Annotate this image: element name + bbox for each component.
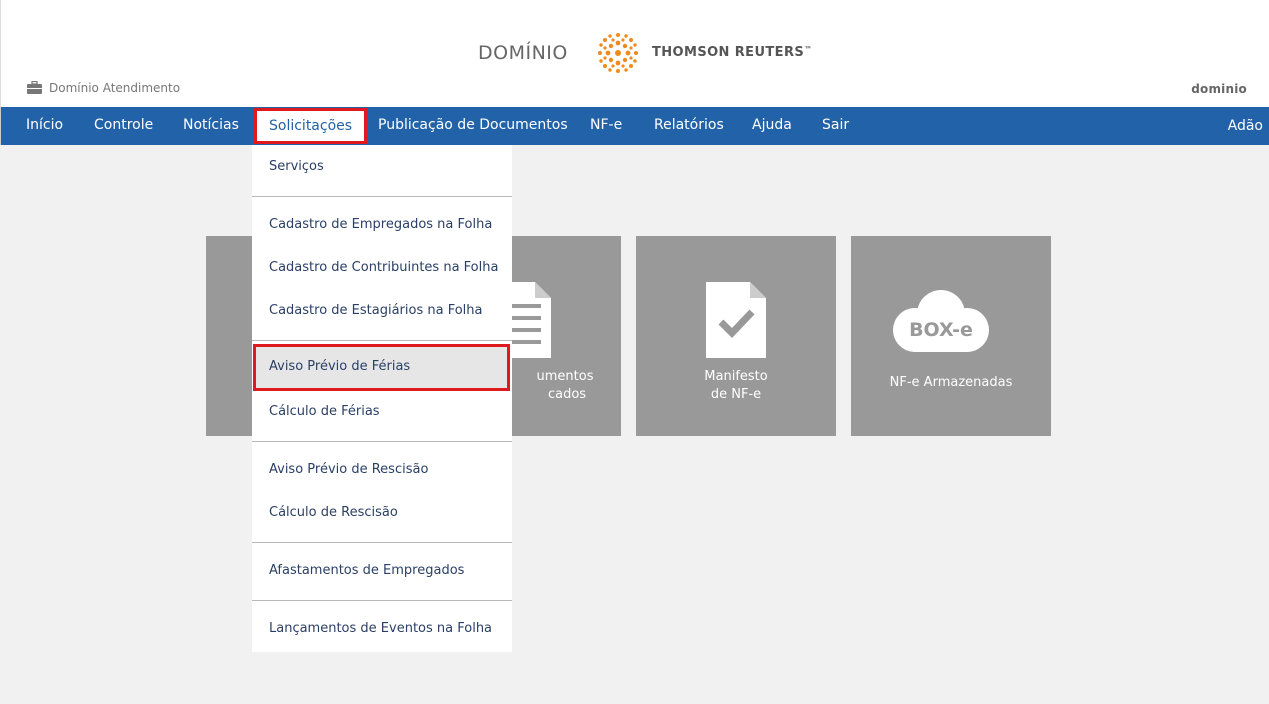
- thomson-reuters-wordmark: THOMSON REUTERS™: [652, 45, 813, 60]
- nav-controle[interactable]: Controle: [94, 107, 153, 145]
- menu-divider: [252, 196, 512, 197]
- user-name[interactable]: Adão: [1228, 107, 1263, 145]
- briefcase-icon: [27, 81, 42, 94]
- nav-noticias[interactable]: Notícias: [183, 107, 239, 145]
- box-e-icon-text: BOX-e: [909, 319, 973, 341]
- menu-item-calculo-ferias[interactable]: Cálculo de Férias: [252, 390, 512, 433]
- menu-item-aviso-previo-rescisao[interactable]: Aviso Prévio de Rescisão: [252, 448, 512, 491]
- menu-divider: [252, 441, 512, 442]
- nav-solicitacoes[interactable]: Solicitações: [254, 108, 368, 144]
- document-check-icon: [706, 282, 766, 358]
- menu-item-cadastro-empregados[interactable]: Cadastro de Empregados na Folha: [252, 203, 512, 246]
- dominio-brand: DOMÍNIO: [478, 42, 568, 64]
- tile-manifesto-nfe[interactable]: Manifesto de NF-e: [636, 236, 836, 436]
- nav-inicio[interactable]: Início: [26, 107, 63, 145]
- tile-nfe-armazenadas-label: NF-e Armazenadas: [889, 375, 1013, 390]
- menu-item-cadastro-contribuintes[interactable]: Cadastro de Contribuintes na Folha: [252, 246, 512, 289]
- service-name: Domínio Atendimento: [49, 81, 181, 95]
- box-e-cloud-icon: BOX-e: [893, 290, 989, 352]
- solicitacoes-dropdown-menu: Serviços Cadastro de Empregados na Folha…: [252, 145, 512, 652]
- tile-nfe-armazenadas[interactable]: BOX-e NF-e Armazenadas: [851, 236, 1051, 436]
- tile-manifesto-label-2: de NF-e: [710, 387, 762, 402]
- menu-divider: [252, 600, 512, 601]
- nav-nfe[interactable]: NF-e: [590, 107, 622, 145]
- menu-item-aviso-previo-ferias[interactable]: Aviso Prévio de Férias: [253, 344, 510, 391]
- main-navbar: Início Controle Notícias Solicitações Pu…: [0, 107, 1269, 145]
- header: DOMÍNIO THOMSON REUTERS™ Domínio Atendim: [0, 0, 1269, 107]
- menu-divider: [252, 542, 512, 543]
- thomson-reuters-logo-icon: [598, 33, 638, 73]
- menu-item-cadastro-estagiarios[interactable]: Cadastro de Estagiários na Folha: [252, 289, 512, 332]
- menu-item-afastamentos[interactable]: Afastamentos de Empregados: [252, 549, 512, 592]
- nav-relatorios[interactable]: Relatórios: [654, 107, 724, 145]
- dominio-small-logo: dominio: [1191, 82, 1247, 96]
- menu-divider: [252, 340, 512, 341]
- menu-item-servicos[interactable]: Serviços: [252, 145, 512, 188]
- nav-publicacao-de-documentos[interactable]: Publicação de Documentos: [378, 107, 568, 145]
- tile-manifesto-label-1: Manifesto: [704, 369, 768, 384]
- menu-item-calculo-rescisao[interactable]: Cálculo de Rescisão: [252, 491, 512, 534]
- nav-ajuda[interactable]: Ajuda: [752, 107, 792, 145]
- menu-item-lancamentos-eventos[interactable]: Lançamentos de Eventos na Folha: [252, 607, 512, 650]
- nav-sair[interactable]: Sair: [822, 107, 849, 145]
